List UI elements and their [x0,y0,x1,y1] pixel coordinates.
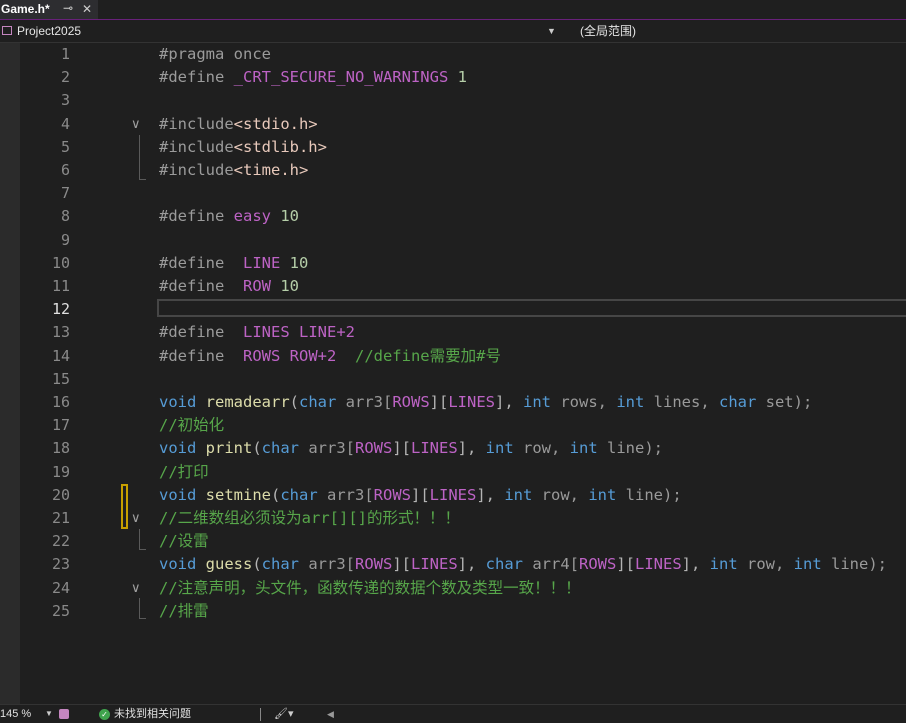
line-number: 21 [51,509,70,527]
code-line[interactable]: 21 ∨ //二维数组必须设为arr[][]的形式！！！ [0,507,906,530]
line-number: 22 [51,532,70,551]
copilot-icon[interactable] [59,709,69,719]
line-number: 14 [51,346,70,365]
line-number: 6 [60,161,70,179]
line-number: 5 [60,137,70,156]
scope-dropdown[interactable]: (全局范围) [580,22,636,40]
code-line[interactable]: 5 #include<stdlib.h> [0,136,906,159]
code-line[interactable]: 14 #define ROWS ROW+2 //define需要加#号 [0,345,906,368]
navigation-bar: Project2025 ▼ (全局范围) [0,20,906,43]
code-line[interactable]: 16 void remadearr(char arr3[ROWS][LINES]… [0,391,906,414]
code-line[interactable]: 18 void print(char arr3[ROWS][LINES], in… [0,437,906,460]
chevron-down-icon[interactable]: ▼ [547,22,556,40]
code-text: void remadearr(char arr3[ROWS][LINES], i… [159,393,813,411]
close-icon[interactable]: ✕ [82,0,92,18]
line-number: 9 [60,230,70,249]
code-line[interactable]: 6 #include<time.h> [0,159,906,182]
line-number: 13 [51,323,70,342]
line-number: 10 [51,253,70,272]
zoom-level[interactable]: 145 % [0,705,31,723]
code-text: #include<stdlib.h> [159,137,327,156]
code-line[interactable]: 10 #define LINE 10 [0,252,906,275]
tab-bar: Game.h* ⊸ ✕ [0,0,906,20]
code-text: void guess(char arr3[ROWS][LINES], char … [159,555,887,574]
check-circle-icon: ✓ [99,709,110,720]
code-line-current[interactable]: 12 [0,298,906,321]
line-number: 2 [60,68,70,87]
code-text: #define _CRT_SECURE_NO_WARNINGS 1 [159,68,467,87]
code-line[interactable]: 25 //排雷 [0,600,906,623]
line-number: 1 [60,45,70,63]
line-number: 8 [60,207,70,226]
code-text: #define easy 10 [159,207,299,226]
code-text: //注意声明，头文件，函数传递的数据个数及类型一致！！！ [159,578,581,597]
code-text: //二维数组必须设为arr[][]的形式！！！ [159,509,460,527]
line-number: 18 [51,439,70,458]
line-number: 24 [51,578,70,597]
code-text: #define LINES LINE+2 [159,323,355,342]
code-line[interactable]: 1 #pragma once [0,43,906,66]
code-text: //排雷 [159,601,209,620]
code-line[interactable]: 7 [0,182,906,205]
code-line[interactable]: 23 void guess(char arr3[ROWS][LINES], ch… [0,553,906,576]
code-text: //初始化 [159,416,225,435]
code-line[interactable]: 20 void setmine(char arr3[ROWS][LINES], … [0,484,906,507]
code-text: //设雷 [159,532,209,551]
project-dropdown[interactable]: Project2025 ▼ [0,22,560,40]
code-line[interactable]: 8 #define easy 10 [0,205,906,228]
line-number: 23 [51,555,70,574]
code-text: //打印 [159,462,209,481]
project-name: Project2025 [17,24,82,38]
fold-toggle-icon[interactable]: ∨ [131,577,141,600]
horizontal-scrollbar[interactable] [337,705,906,723]
code-line[interactable]: 2 #define _CRT_SECURE_NO_WARNINGS 1 [0,66,906,89]
line-number: 4 [60,114,70,133]
line-number: 17 [51,416,70,435]
fold-toggle-icon[interactable]: ∨ [131,113,141,136]
fold-toggle-icon[interactable]: ∨ [131,507,141,530]
code-line[interactable]: 17 //初始化 [0,414,906,437]
code-text: #define ROW 10 [159,277,300,295]
scroll-left-icon[interactable]: ◀ [327,705,334,723]
line-number: 20 [51,485,70,504]
line-number: 3 [60,91,70,110]
code-text: void print(char arr3[ROWS][LINES], int r… [159,439,663,458]
code-line[interactable]: 3 [0,89,906,112]
code-editor[interactable]: 1 #pragma once 2 #define _CRT_SECURE_NO_… [0,43,906,704]
code-text: #include<stdio.h> [159,114,318,133]
code-text: #define LINE 10 [159,253,309,272]
code-text: #define ROWS ROW+2 //define需要加#号 [159,346,501,365]
pin-icon[interactable]: ⊸ [63,0,73,17]
divider [260,708,261,721]
code-line[interactable]: 19 //打印 [0,461,906,484]
line-number: 25 [51,601,70,620]
code-text: void setmine(char arr3[ROWS][LINES], int… [159,485,682,504]
status-bar: 145 % ▼ ✓ 未找到相关问题 🖌▾ ◀ [0,704,906,723]
code-line[interactable]: 22 //设雷 [0,530,906,553]
code-line[interactable]: 13 #define LINES LINE+2 [0,321,906,344]
issues-status[interactable]: 未找到相关问题 [114,705,191,723]
line-number: 12 [51,300,70,319]
line-number: 16 [51,393,70,411]
line-number: 19 [51,462,70,481]
code-line[interactable]: 11 #define ROW 10 [0,275,906,298]
line-number: 7 [60,184,70,203]
line-number: 15 [51,369,70,388]
code-text: #include<time.h> [159,161,309,179]
chevron-down-icon[interactable]: ▼ [45,705,53,723]
brush-icon[interactable]: 🖌▾ [274,705,294,723]
tab-title: Game.h* [1,2,50,16]
code-text: #pragma once [159,45,271,63]
line-number: 11 [51,277,70,295]
tab-game-h[interactable]: Game.h* ⊸ ✕ [0,0,98,19]
code-line[interactable]: 9 [0,229,906,252]
code-line[interactable]: 4 ∨ #include<stdio.h> [0,113,906,136]
code-line[interactable]: 24 ∨ //注意声明，头文件，函数传递的数据个数及类型一致！！！ [0,577,906,600]
project-icon [2,26,12,35]
code-line[interactable]: 15 [0,368,906,391]
